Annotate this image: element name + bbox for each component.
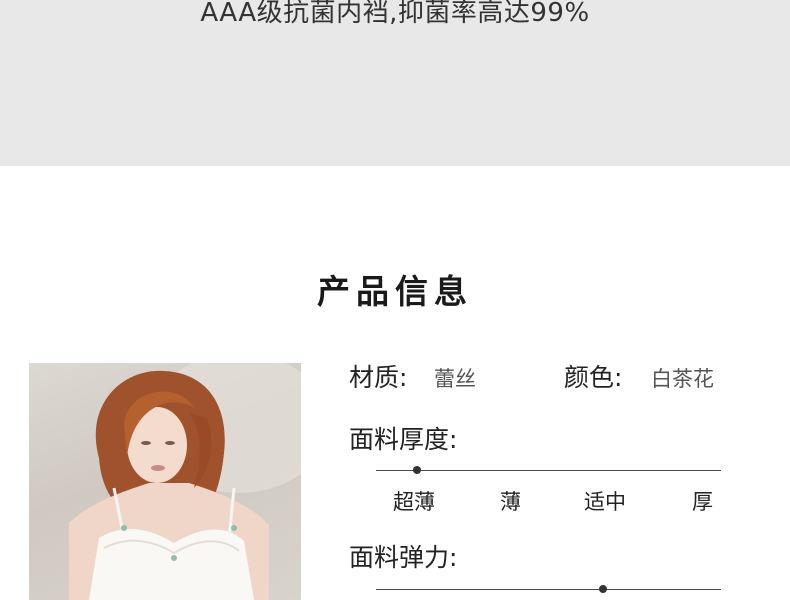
thickness-label: 面料厚度: bbox=[349, 425, 458, 454]
material-value: 蕾丝 bbox=[434, 367, 476, 391]
thickness-marker bbox=[413, 466, 421, 474]
thickness-option-1: 超薄 bbox=[393, 490, 435, 514]
color-label: 颜色: bbox=[564, 363, 623, 392]
thickness-scale-track bbox=[376, 470, 721, 471]
promo-banner: AAA级抗菌内裆,抑菌率高达99% bbox=[0, 0, 790, 166]
thickness-option-2: 薄 bbox=[500, 490, 521, 514]
elasticity-label: 面料弹力: bbox=[349, 543, 458, 572]
thickness-option-4: 厚 bbox=[692, 490, 713, 514]
product-photo bbox=[29, 363, 301, 600]
color-value: 白茶花 bbox=[651, 367, 714, 391]
material-label: 材质: bbox=[349, 363, 408, 392]
elasticity-marker bbox=[599, 585, 607, 593]
thickness-option-3: 适中 bbox=[584, 490, 626, 514]
section-title: 产品信息 bbox=[317, 272, 473, 311]
banner-text: AAA级抗菌内裆,抑菌率高达99% bbox=[200, 0, 590, 28]
elasticity-scale-track bbox=[376, 589, 721, 590]
